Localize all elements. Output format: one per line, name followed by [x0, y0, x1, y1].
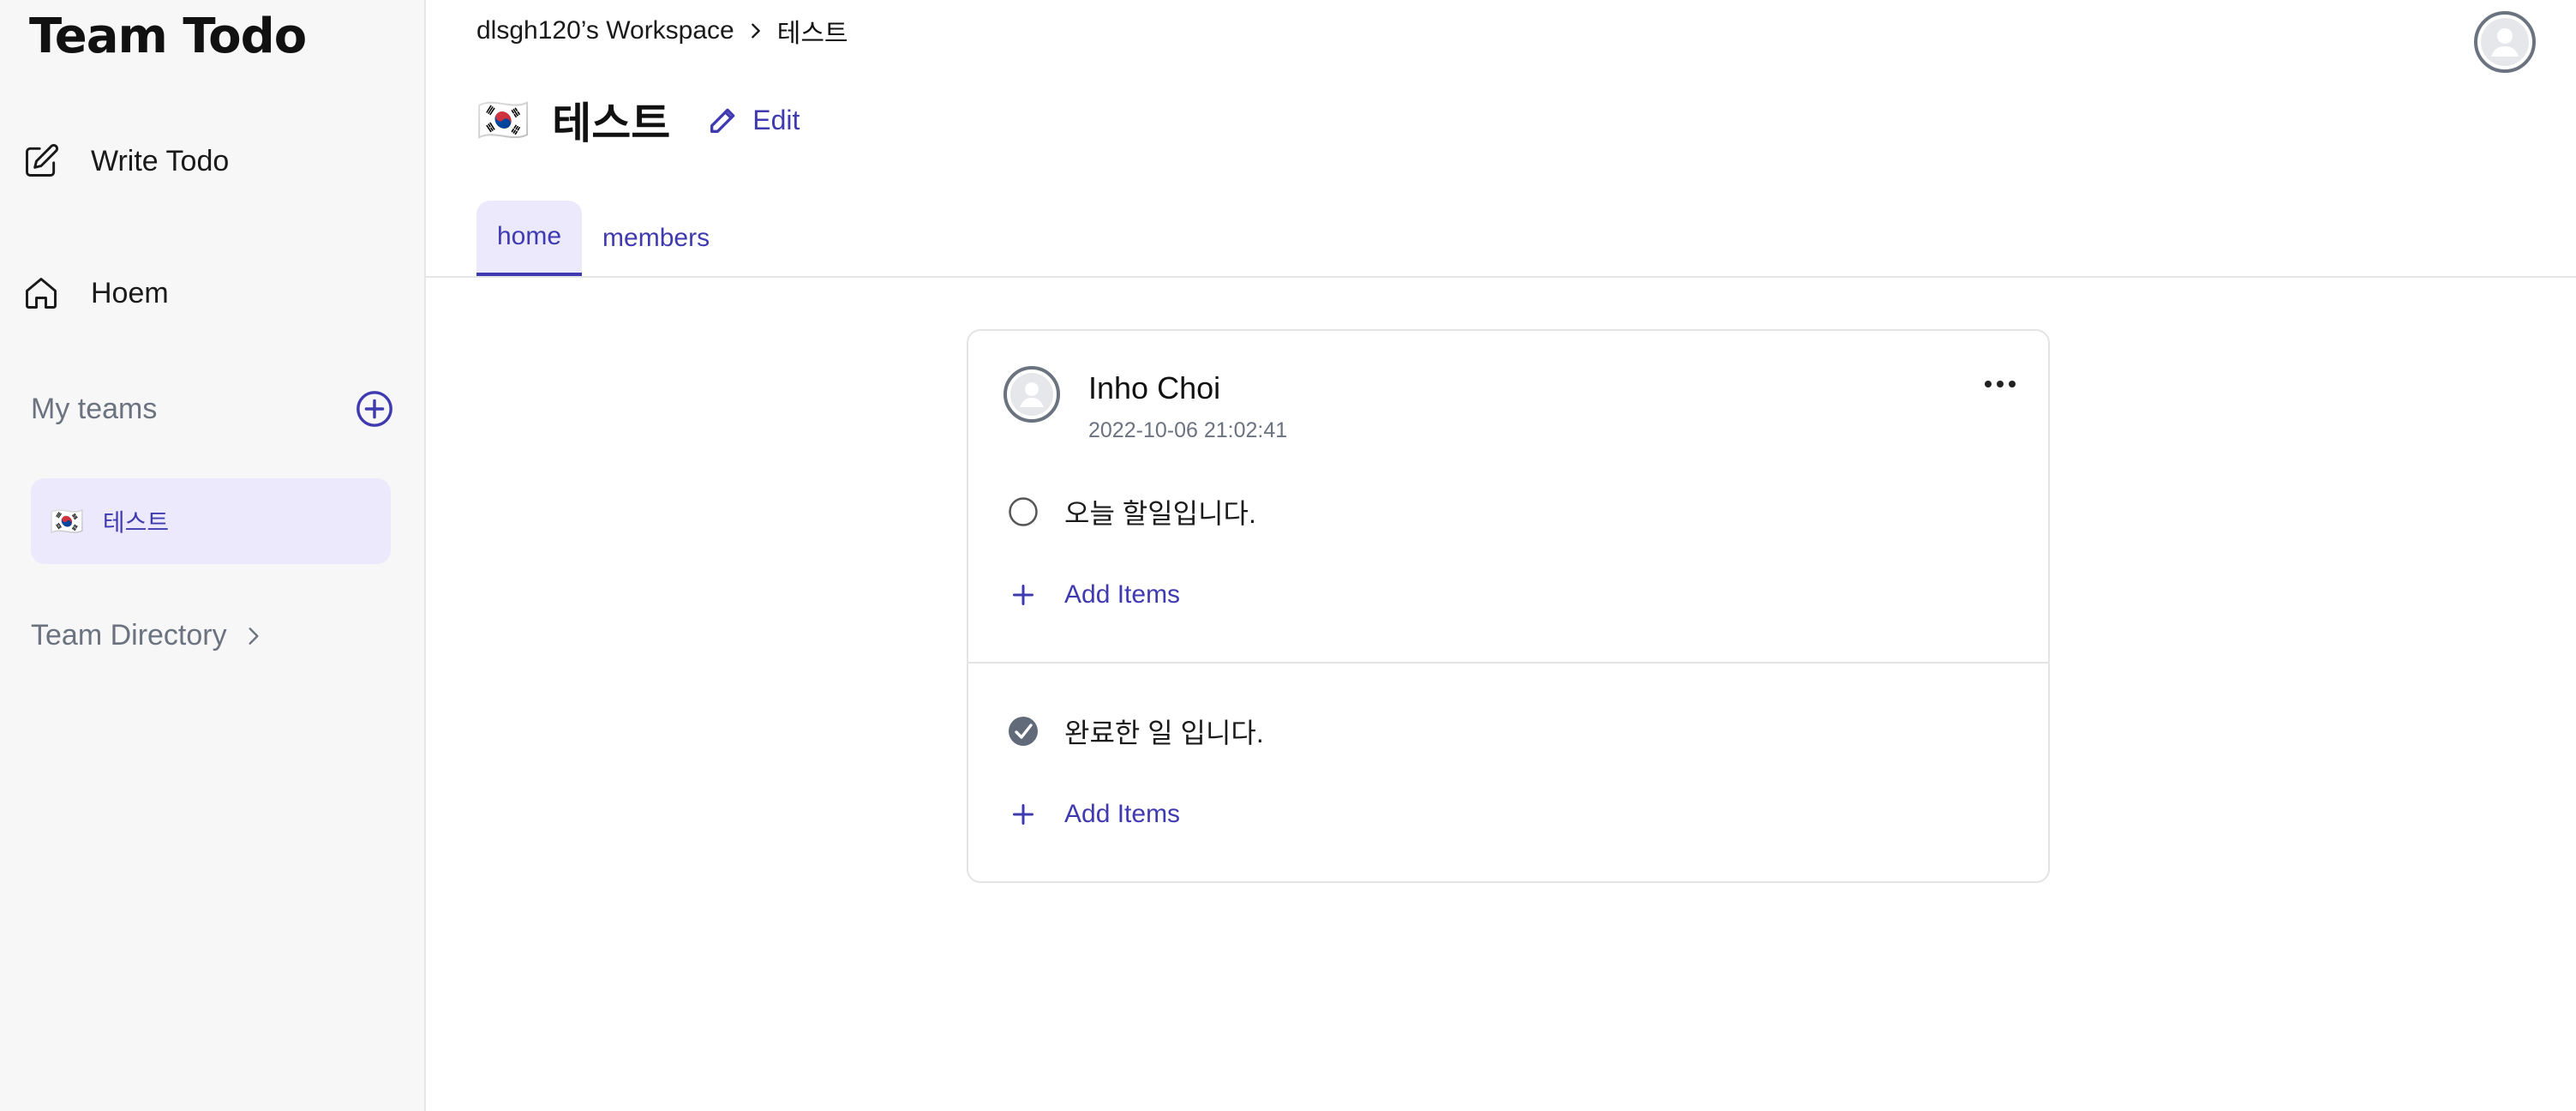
chevron-right-icon	[249, 627, 259, 645]
my-teams-heading: My teams	[31, 393, 158, 425]
brand-logo[interactable]: Team Todo	[29, 9, 307, 64]
add-items-button[interactable]: Add Items	[1008, 799, 1180, 830]
tab-bar: home members	[476, 201, 730, 276]
plus-icon	[1013, 804, 1033, 825]
sidebar: Team Todo Write Todo Hoem My teams 🇰🇷 테스…	[0, 0, 426, 1111]
todo-item[interactable]: 오늘 할일입니다.	[1008, 492, 1256, 531]
edit-square-icon	[21, 141, 62, 182]
edit-label: Edit	[752, 104, 800, 135]
more-horizontal-icon	[1985, 381, 2016, 387]
plus-icon	[1013, 585, 1033, 605]
todo-item[interactable]: 완료한 일 입니다.	[1008, 712, 1264, 751]
page-title-row: 🇰🇷 테스트 Edit	[476, 89, 800, 151]
chevron-right-icon	[751, 23, 760, 39]
tab-home[interactable]: home	[476, 201, 583, 276]
tab-members[interactable]: members	[582, 201, 730, 276]
team-directory-link[interactable]: Team Directory	[31, 619, 265, 652]
app-root: Team Todo Write Todo Hoem My teams 🇰🇷 테스…	[0, 0, 2576, 1111]
edit-button[interactable]: Edit	[706, 103, 800, 137]
author-name: Inho Choi	[1088, 370, 1221, 405]
unchecked-circle-icon[interactable]	[1008, 496, 1039, 527]
sidebar-team-label: 테스트	[102, 509, 170, 536]
todo-text: 완료한 일 입니다.	[1064, 718, 1264, 748]
nav-write-todo-label: Write Todo	[91, 144, 230, 177]
user-avatar-icon	[2474, 11, 2536, 73]
add-items-label: Add Items	[1064, 580, 1181, 609]
add-team-button[interactable]	[355, 389, 394, 429]
todo-card: Inho Choi 2022-10-06 21:02:41 오늘 할일입니다. …	[967, 329, 2050, 883]
tabs-divider	[426, 276, 2576, 278]
team-directory-label: Team Directory	[31, 619, 227, 652]
sidebar-team-item[interactable]: 🇰🇷 테스트	[31, 478, 391, 564]
nav-home-label: Hoem	[91, 276, 169, 309]
add-items-button[interactable]: Add Items	[1008, 580, 1180, 610]
post-timestamp: 2022-10-06 21:02:41	[1088, 418, 1288, 442]
page-title: 테스트	[552, 99, 671, 147]
todo-text: 오늘 할일입니다.	[1064, 498, 1256, 529]
card-divider	[968, 662, 2048, 664]
breadcrumb: dlsgh120’s Workspace 테스트	[476, 12, 848, 50]
breadcrumb-current: 테스트	[776, 20, 848, 48]
home-icon	[21, 273, 62, 314]
author-avatar-icon	[1003, 366, 1060, 423]
pencil-icon	[710, 108, 735, 133]
plus-circle-icon	[356, 391, 392, 427]
checked-circle-icon[interactable]	[1008, 716, 1039, 747]
title-flag-icon: 🇰🇷	[476, 96, 530, 144]
add-items-label: Add Items	[1064, 800, 1181, 828]
breadcrumb-workspace[interactable]: dlsgh120’s Workspace	[476, 16, 734, 45]
team-flag-icon: 🇰🇷	[50, 506, 84, 537]
nav-write-todo[interactable]: Write Todo	[21, 141, 229, 182]
more-options-button[interactable]	[1976, 374, 2024, 394]
user-avatar-button[interactable]	[2473, 10, 2537, 74]
nav-home[interactable]: Hoem	[21, 273, 169, 314]
